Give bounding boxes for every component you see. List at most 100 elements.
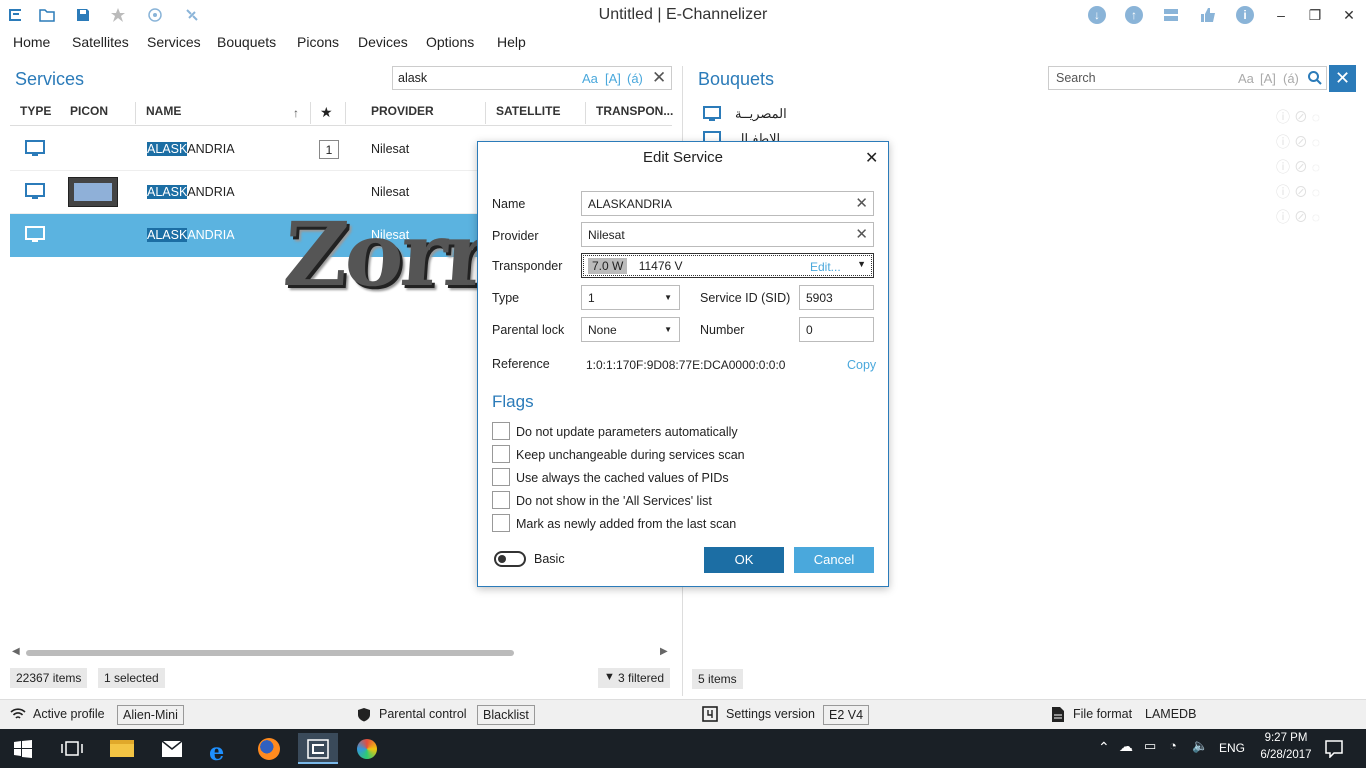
search-icon[interactable] <box>1307 70 1323 86</box>
scroll-thumb[interactable] <box>26 650 514 656</box>
col-type[interactable]: TYPE <box>20 104 51 118</box>
clear-search-icon[interactable]: ✕ <box>652 68 666 88</box>
parental-control-label: Parental control <box>379 707 467 721</box>
file-icon <box>1052 707 1064 722</box>
clock-date[interactable]: 6/28/2017 <box>1254 749 1318 761</box>
thumbs-up-icon[interactable] <box>1199 6 1217 24</box>
server-icon[interactable] <box>1162 6 1180 24</box>
e-channelizer-taskbar-icon[interactable] <box>298 733 338 764</box>
match-case-toggle[interactable]: Aa <box>582 71 598 86</box>
name-rest: ANDRIA <box>187 185 235 199</box>
clear-provider-icon[interactable]: ✕ <box>855 225 868 243</box>
sid-field[interactable]: 5903 <box>799 285 874 310</box>
bouquet-items-badge: 5 items <box>692 669 743 689</box>
dialog-close-icon[interactable]: ✕ <box>865 148 878 168</box>
download-icon[interactable]: ↓ <box>1088 6 1106 24</box>
table-row[interactable]: ALASKANDRIA 1 Nilesat <box>10 128 485 171</box>
col-transponder[interactable]: TRANSPON... <box>596 104 673 118</box>
firefox-icon[interactable] <box>249 733 289 764</box>
close-window-button[interactable]: ✕ <box>1334 4 1364 26</box>
bouquet-name: الاطفـال <box>735 131 781 141</box>
bouquet-item[interactable]: الاطفـال <box>698 127 1098 141</box>
flag-checkbox[interactable] <box>492 445 510 463</box>
bouquet-item[interactable]: المصريــة <box>698 102 1098 126</box>
flag-checkbox[interactable] <box>492 422 510 440</box>
file-explorer-icon[interactable] <box>102 733 142 764</box>
cancel-button[interactable]: Cancel <box>794 547 874 573</box>
battery-icon[interactable]: ▭ <box>1144 738 1156 754</box>
ok-button[interactable]: OK <box>704 547 784 573</box>
active-profile-value[interactable]: Alien-Mini <box>117 705 184 725</box>
menu-home[interactable]: Home <box>13 34 50 50</box>
parental-control-value[interactable]: Blacklist <box>477 705 535 725</box>
mail-icon[interactable] <box>152 733 192 764</box>
restore-button[interactable]: ❐ <box>1300 4 1330 26</box>
flag-label: Use always the cached values of PIDs <box>516 471 729 485</box>
match-case-toggle[interactable]: Aa <box>1238 71 1254 86</box>
notifications-icon[interactable] <box>1325 740 1343 758</box>
flag-checkbox[interactable] <box>492 491 510 509</box>
copy-reference-link[interactable]: Copy <box>847 358 876 372</box>
services-search-input[interactable]: alask <box>398 71 427 85</box>
task-view-icon[interactable] <box>61 740 83 758</box>
scroll-right-icon[interactable]: ▶ <box>660 646 668 657</box>
windows-start-icon[interactable] <box>14 740 32 758</box>
internet-explorer-icon[interactable]: e <box>200 733 240 766</box>
paint-icon[interactable] <box>347 733 387 764</box>
whole-word-toggle[interactable]: [A] <box>605 71 621 86</box>
menu-satellites[interactable]: Satellites <box>72 34 129 50</box>
file-format-label: File format <box>1073 707 1133 721</box>
accent-toggle[interactable]: (á) <box>627 71 643 86</box>
transponder-edit-link[interactable]: Edit... <box>810 260 841 274</box>
col-name[interactable]: NAME <box>146 104 181 118</box>
accent-toggle[interactable]: (á) <box>1283 71 1299 86</box>
menu-options[interactable]: Options <box>426 34 474 50</box>
upload-icon[interactable]: ↑ <box>1125 6 1143 24</box>
name-match: ALASK <box>147 185 188 199</box>
sort-ascending-icon[interactable]: ↑ <box>293 106 299 120</box>
filtered-badge[interactable]: ▼ 3 filtered <box>598 668 671 688</box>
menu-bouquets[interactable]: Bouquets <box>217 34 276 50</box>
name-field[interactable]: ALASKANDRIA ✕ <box>581 191 874 216</box>
flag-checkbox[interactable] <box>492 514 510 532</box>
language-indicator[interactable]: ENG <box>1219 741 1245 755</box>
horizontal-scrollbar[interactable]: ◀ ▶ <box>10 646 672 660</box>
provider-label: Provider <box>492 229 539 243</box>
parental-lock-label: Parental lock <box>492 323 565 337</box>
favorite-column-icon[interactable]: ★ <box>320 104 333 121</box>
whole-word-toggle[interactable]: [A] <box>1260 71 1276 86</box>
transponder-select[interactable]: 7.0 W 11476 V Edit... ▼ <box>581 253 874 278</box>
col-satellite[interactable]: SATELLITE <box>496 104 560 118</box>
minimize-button[interactable]: – <box>1266 4 1296 26</box>
menu-services[interactable]: Services <box>147 34 201 50</box>
settings-version-label: Settings version <box>726 707 815 721</box>
onedrive-icon[interactable]: ☁ <box>1119 738 1133 755</box>
bouquets-search[interactable]: Search Aa [A] (á) <box>1048 66 1327 90</box>
close-bouquets-search-button[interactable]: ✕ <box>1329 65 1356 92</box>
flag-checkbox[interactable] <box>492 468 510 486</box>
show-hidden-icons-icon[interactable]: ⌃ <box>1098 739 1110 756</box>
info-icon[interactable]: i <box>1236 6 1254 24</box>
network-icon[interactable]: ◔ <box>1169 738 1177 753</box>
col-provider[interactable]: PROVIDER <box>371 104 434 118</box>
clear-name-icon[interactable]: ✕ <box>855 194 868 212</box>
type-select[interactable]: 1 ▼ <box>581 285 680 310</box>
volume-muted-icon[interactable]: 🔈 <box>1192 738 1208 754</box>
number-field[interactable]: 0 <box>799 317 874 342</box>
basic-toggle[interactable] <box>494 551 526 567</box>
services-title: Services <box>15 69 85 89</box>
scroll-left-icon[interactable]: ◀ <box>12 646 20 657</box>
clock-time[interactable]: 9:27 PM <box>1261 732 1311 744</box>
filter-icon: ▼ <box>604 671 615 683</box>
menu-help[interactable]: Help <box>497 34 526 50</box>
number-label: Number <box>700 323 745 337</box>
menu-devices[interactable]: Devices <box>358 34 408 50</box>
settings-version-value[interactable]: E2 V4 <box>823 705 870 725</box>
provider-field[interactable]: Nilesat ✕ <box>581 222 874 247</box>
parental-lock-select[interactable]: None ▼ <box>581 317 680 342</box>
menu-picons[interactable]: Picons <box>297 34 339 50</box>
col-picon[interactable]: PICON <box>70 104 108 118</box>
bouquets-search-input[interactable]: Search <box>1056 71 1096 85</box>
transponder-satellite: 7.0 W <box>588 258 628 274</box>
services-search[interactable]: alask Aa [A] (á) ✕ <box>392 66 672 90</box>
